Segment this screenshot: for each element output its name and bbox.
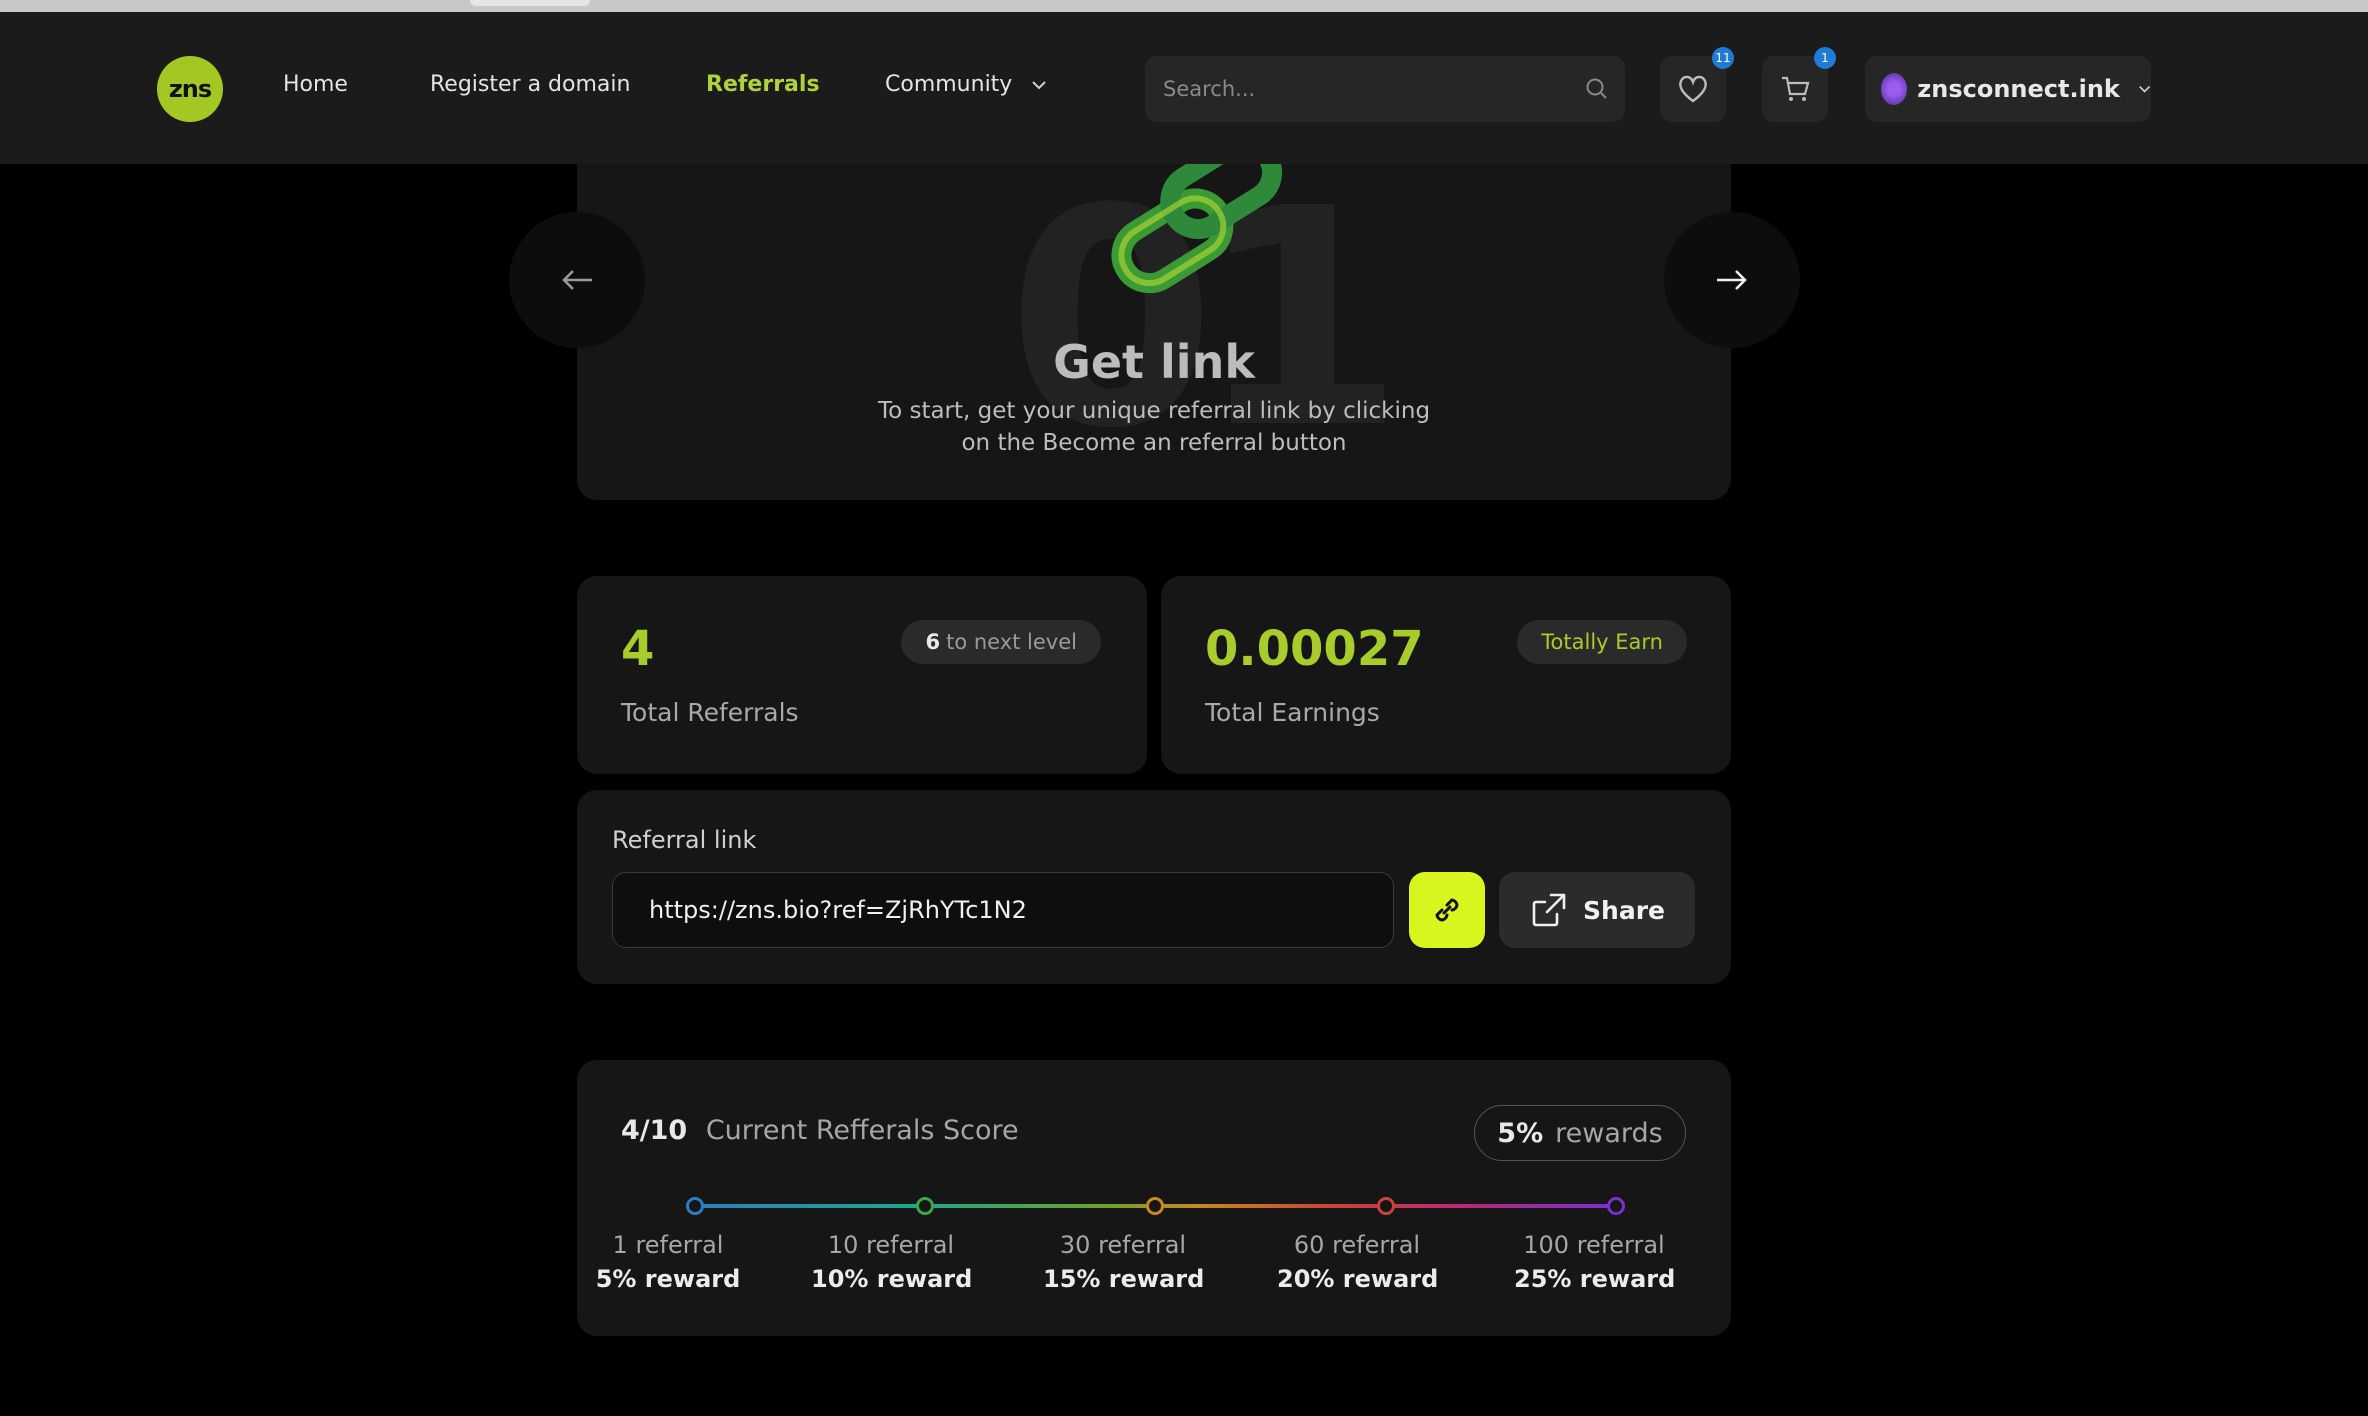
step-description-line-1: To start, get your unique referral link …	[877, 398, 1431, 424]
reward-percent: 5%	[1497, 1117, 1544, 1149]
referral-link-card: Referral link Share	[577, 790, 1731, 984]
tier-marker-2	[916, 1197, 934, 1215]
nav-community[interactable]: Community	[885, 72, 1047, 97]
tier-4: 60 referral 20% reward	[1277, 1228, 1439, 1296]
referral-score-card: 4/10 Current Refferals Score 5% rewards …	[577, 1060, 1731, 1336]
tier-1-reward: 5% reward	[595, 1265, 741, 1293]
current-score: 4/10	[621, 1115, 688, 1146]
tier-4-referrals: 60 referral	[1293, 1231, 1421, 1259]
tier-3: 30 referral 15% reward	[1043, 1228, 1205, 1296]
tier-5-referrals: 100 referral	[1523, 1231, 1665, 1259]
step-description: To start, get your unique referral link …	[577, 395, 1731, 459]
nav-referrals[interactable]: Referrals	[706, 72, 820, 97]
tier-5-reward: 25% reward	[1514, 1265, 1676, 1293]
tier-3-reward: 15% reward	[1043, 1265, 1205, 1293]
chevron-down-icon	[2138, 85, 2150, 93]
heart-icon	[1679, 75, 1707, 103]
step-description-line-2: on the Become an referral button	[961, 430, 1347, 456]
tier-marker-1	[686, 1197, 704, 1215]
share-button[interactable]: Share	[1499, 872, 1695, 948]
tier-marker-3	[1146, 1197, 1164, 1215]
total-earnings-card: 0.00027 Total Earnings Totally Earn	[1161, 576, 1731, 774]
cart-icon	[1782, 76, 1810, 101]
favorites-button[interactable]: 11	[1660, 47, 1734, 122]
nav-community-label: Community	[885, 72, 1013, 97]
next-level-text: to next level	[946, 630, 1077, 654]
tier-1: 1 referral 5% reward	[588, 1228, 748, 1296]
nav-home[interactable]: Home	[283, 72, 348, 97]
totally-earn-badge: Totally Earn	[1517, 620, 1687, 664]
search-icon[interactable]	[1585, 77, 1609, 101]
chain-link-illustration	[1111, 150, 1283, 294]
tier-marker-4	[1377, 1197, 1395, 1215]
logo-text: zns	[168, 75, 212, 103]
next-level-badge: 6 to next level	[901, 620, 1101, 664]
chevron-down-icon	[1032, 81, 1047, 90]
browser-top-strip	[0, 0, 2368, 12]
tier-5: 100 referral 25% reward	[1514, 1228, 1676, 1296]
navbar: zns Home Register a domain Referrals Com…	[0, 12, 2368, 164]
tier-marker-5	[1607, 1197, 1625, 1215]
account-avatar	[1881, 73, 1908, 105]
share-label: Share	[1583, 895, 1665, 925]
referral-link-field[interactable]	[612, 872, 1394, 948]
cart-count-badge: 1	[1814, 47, 1836, 69]
total-referrals-card: 4 Total Referrals 6 to next level	[577, 576, 1147, 774]
total-earnings-value: 0.00027	[1205, 621, 1424, 677]
tier-2-referrals: 10 referral	[827, 1231, 955, 1259]
next-level-count: 6	[925, 630, 941, 654]
next-step-button[interactable]	[1664, 212, 1800, 348]
score-label: Current Refferals Score	[705, 1115, 1019, 1146]
scroll-indicator	[470, 0, 590, 6]
zns-logo[interactable]: zns	[157, 56, 223, 122]
search-input[interactable]	[1163, 56, 1563, 122]
total-earnings-label: Total Earnings	[1205, 698, 1380, 727]
search-box	[1145, 56, 1625, 122]
copy-link-button[interactable]	[1409, 872, 1485, 948]
account-name: znsconnect.ink	[1917, 75, 2120, 103]
current-reward-badge: 5% rewards	[1474, 1105, 1686, 1161]
referral-link-title: Referral link	[612, 826, 757, 854]
arrow-right-icon	[1717, 270, 1747, 290]
cart-button[interactable]: 1	[1762, 47, 1836, 122]
step-title: Get link	[1053, 335, 1255, 389]
total-referrals-value: 4	[621, 621, 655, 677]
link-icon	[1435, 898, 1459, 922]
account-menu[interactable]: znsconnect.ink	[1865, 56, 2151, 122]
tier-4-reward: 20% reward	[1277, 1265, 1439, 1293]
previous-step-button[interactable]	[509, 212, 645, 348]
tier-3-referrals: 30 referral	[1059, 1231, 1187, 1259]
step-card: 01 Get link To start, get your unique re…	[577, 130, 1731, 500]
total-referrals-label: Total Referrals	[621, 698, 799, 727]
arrow-left-icon	[562, 270, 592, 290]
reward-label: rewards	[1555, 1117, 1663, 1149]
favorites-count-badge: 11	[1712, 47, 1734, 69]
tier-1-referrals: 1 referral	[612, 1231, 724, 1259]
tier-2: 10 referral 10% reward	[811, 1228, 973, 1296]
nav-register-domain[interactable]: Register a domain	[430, 72, 630, 97]
share-external-icon	[1532, 893, 1566, 927]
tier-2-reward: 10% reward	[811, 1265, 973, 1293]
score-heading: 4/10 Current Refferals Score	[621, 1115, 1019, 1146]
